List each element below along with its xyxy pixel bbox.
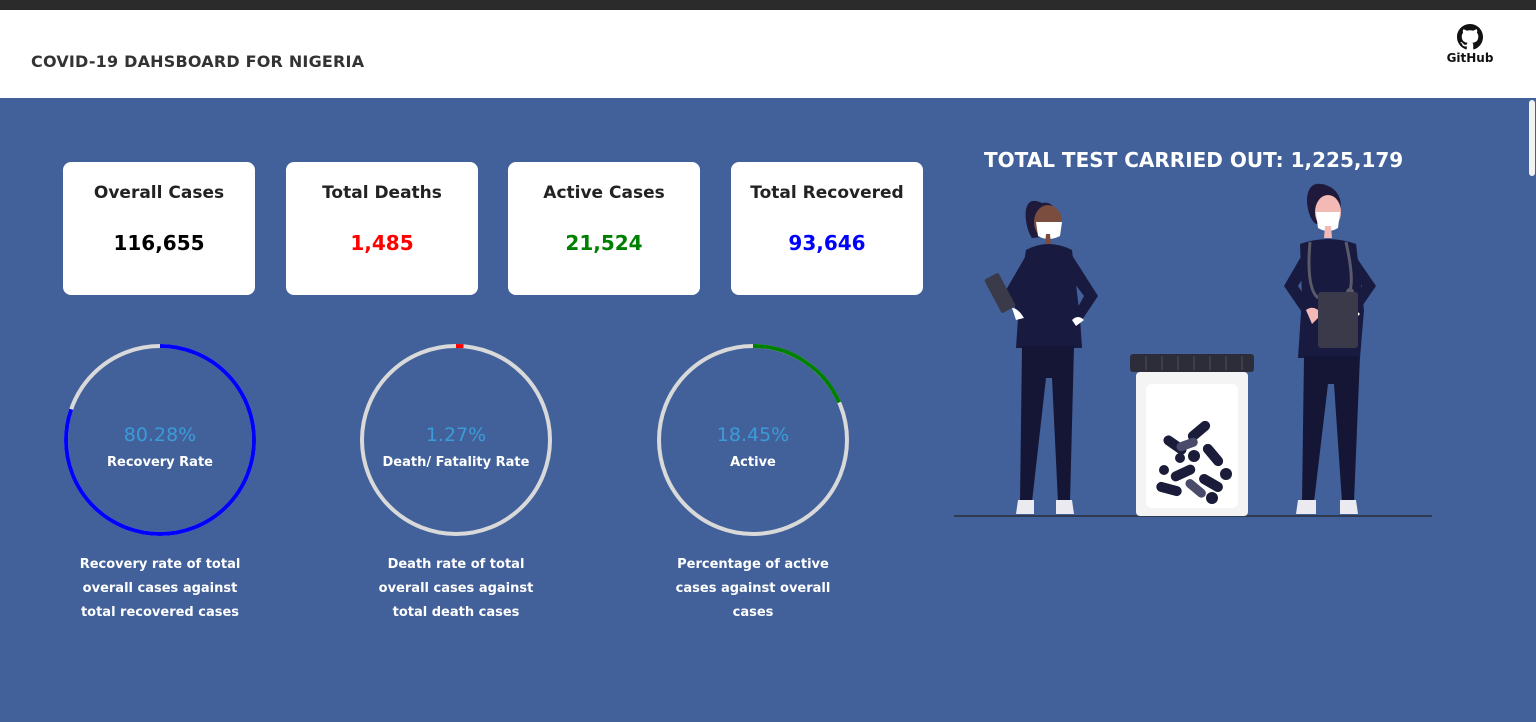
scrollbar-thumb[interactable]: [1529, 100, 1535, 176]
card-total-recovered: Total Recovered 93,646: [731, 162, 923, 295]
total-tests-heading: TOTAL TEST CARRIED OUT: 1,225,179: [984, 148, 1404, 172]
description-line: total death cases: [392, 605, 520, 620]
card-active-cases: Active Cases 21,524: [508, 162, 700, 295]
page-scrollbar[interactable]: [1526, 98, 1536, 722]
gauge-label: Active: [730, 455, 776, 470]
card-value: 116,655: [113, 231, 205, 255]
gauge-recovery-rate: 80.28% Recovery Rate: [60, 340, 260, 540]
github-link[interactable]: GitHub: [1440, 24, 1500, 74]
window-top-bar: [0, 0, 1536, 10]
description-line: overall cases against: [82, 581, 238, 596]
description-line: Recovery rate of total: [79, 557, 241, 572]
card-label: Active Cases: [543, 183, 665, 203]
health-workers-illustration: [954, 183, 1432, 517]
card-overall-cases: Overall Cases 116,655: [63, 162, 255, 295]
gauge-percent: 18.45%: [716, 424, 790, 446]
github-label: GitHub: [1446, 51, 1494, 65]
card-label: Overall Cases: [93, 183, 225, 203]
card-value: 21,524: [565, 231, 643, 255]
description-line: cases against overall: [675, 581, 831, 596]
app-title: COVID-19 DAHSBOARD FOR NIGERIA: [31, 52, 365, 71]
gauge-percent: 1.27%: [425, 424, 487, 446]
description-line: overall cases against: [378, 581, 534, 596]
card-value: 1,485: [350, 231, 414, 255]
pill-jar: [1130, 354, 1254, 516]
gauge-description: Death rate of total overall cases agains…: [356, 553, 556, 625]
right-worker-figure: [1284, 183, 1376, 514]
left-worker-figure: [984, 200, 1098, 514]
gauge-death-rate: 1.27% Death/ Fatality Rate: [356, 340, 556, 540]
card-total-deaths: Total Deaths 1,485: [286, 162, 478, 295]
app-header: COVID-19 DAHSBOARD FOR NIGERIA: [0, 10, 1536, 98]
card-label: Total Deaths: [322, 183, 442, 203]
description-line: total recovered cases: [80, 605, 240, 620]
description-line: cases: [732, 605, 774, 620]
gauge-active: 18.45% Active: [653, 340, 853, 540]
card-label: Total Recovered: [750, 183, 904, 203]
gauge-percent: 80.28%: [123, 424, 197, 446]
description-line: Percentage of active: [677, 557, 829, 572]
gauge-description: Percentage of active cases against overa…: [653, 553, 853, 625]
gauge-label: Death/ Fatality Rate: [382, 455, 530, 470]
gauge-label: Recovery Rate: [107, 455, 213, 470]
gauge-description: Recovery rate of total overall cases aga…: [60, 553, 260, 625]
github-icon: [1457, 24, 1483, 50]
description-line: Death rate of total: [387, 557, 525, 572]
card-value: 93,646: [788, 231, 866, 255]
